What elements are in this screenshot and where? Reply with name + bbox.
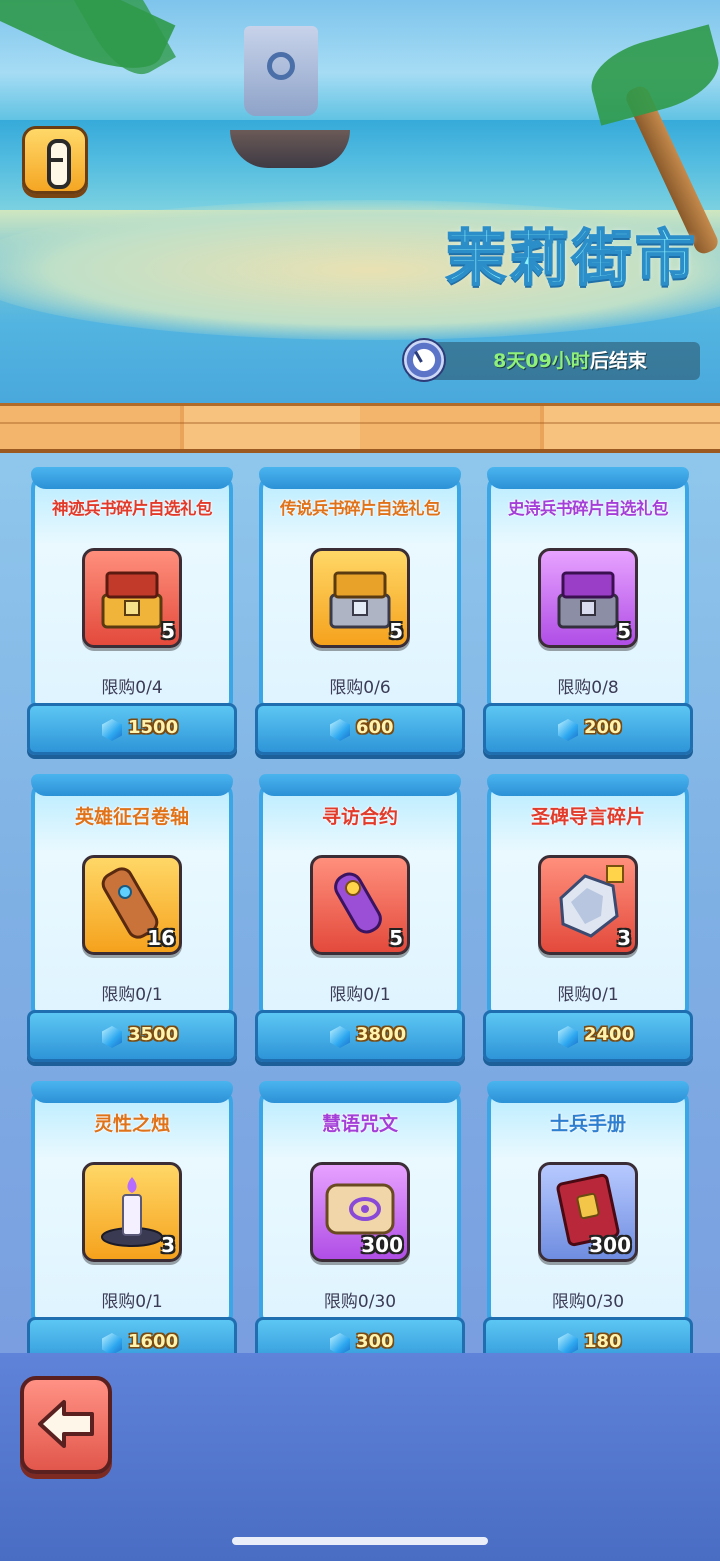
item-name: 传说兵书碎片自选礼包 — [280, 499, 441, 518]
item-quantity: 5 — [161, 619, 175, 643]
shop-item-card[interactable]: 圣碑导言碎片 3 限购0/1 2400 — [483, 774, 693, 1062]
gem-icon — [102, 1333, 122, 1353]
item-quantity: 300 — [589, 1233, 631, 1257]
countdown-text: 8天09小时后结束 — [440, 346, 700, 373]
gem-icon — [330, 719, 350, 741]
home-indicator[interactable] — [232, 1537, 488, 1545]
item-icon: 3 — [538, 855, 638, 955]
item-icon: 3 — [82, 1162, 182, 1262]
item-price: 2400 — [584, 1024, 635, 1045]
item-name: 士兵手册 — [549, 1113, 626, 1135]
page-title: 茉莉街市 — [445, 223, 698, 295]
sea-background — [0, 120, 720, 210]
item-name: 灵性之烛 — [93, 1113, 170, 1135]
gem-icon — [558, 719, 578, 741]
item-icon: 5 — [82, 548, 182, 648]
buy-button[interactable]: 200 — [483, 703, 693, 755]
item-quantity: 300 — [361, 1233, 403, 1257]
buy-button[interactable]: 1500 — [27, 703, 237, 755]
item-price: 300 — [356, 1331, 394, 1352]
item-name: 英雄征召卷轴 — [74, 806, 189, 828]
item-icon: 300 — [310, 1162, 410, 1262]
palm-leaves-right — [583, 24, 720, 126]
item-icon: 5 — [310, 855, 410, 955]
shop-item-card[interactable]: 史诗兵书碎片自选礼包 5 限购0/8 200 — [483, 467, 693, 755]
item-price: 3500 — [128, 1024, 179, 1045]
shop-item-card[interactable]: 传说兵书碎片自选礼包 5 限购0/6 600 — [255, 467, 465, 755]
item-name: 寻访合约 — [321, 806, 398, 828]
shop-item-card[interactable]: 神迹兵书碎片自选礼包 5 限购0/4 1500 — [27, 467, 237, 755]
item-price: 3800 — [356, 1024, 407, 1045]
gem-icon — [330, 1026, 350, 1048]
buy-button[interactable]: 2400 — [483, 1010, 693, 1062]
countdown-time: 8天09小时 — [493, 350, 590, 372]
shop-item-card[interactable]: 灵性之烛 3 限购0/1 1600 — [27, 1081, 237, 1353]
item-icon: 5 — [310, 548, 410, 648]
item-price: 1600 — [128, 1331, 179, 1352]
purchase-limit: 限购0/1 — [557, 985, 619, 1005]
buy-button[interactable]: 600 — [255, 703, 465, 755]
purchase-limit: 限购0/1 — [329, 985, 391, 1005]
item-quantity: 5 — [617, 619, 631, 643]
item-name: 圣碑导言碎片 — [530, 806, 645, 828]
purchase-limit: 限购0/1 — [101, 985, 163, 1005]
item-name: 史诗兵书碎片自选礼包 — [508, 499, 669, 518]
purchase-limit: 限购0/30 — [551, 1292, 625, 1312]
item-icon: 300 — [538, 1162, 638, 1262]
item-icon: 16 — [82, 855, 182, 955]
buy-button[interactable]: 3500 — [27, 1010, 237, 1062]
back-button[interactable] — [20, 1376, 112, 1474]
purchase-limit: 限购0/4 — [101, 678, 163, 698]
shop-item-card[interactable]: 士兵手册 300 限购0/30 180 — [483, 1081, 693, 1353]
item-quantity: 3 — [617, 926, 631, 950]
shop-item-card[interactable]: 英雄征召卷轴 16 限购0/1 3500 — [27, 774, 237, 1062]
purchase-limit: 限购0/6 — [329, 678, 391, 698]
item-price: 200 — [584, 717, 622, 738]
item-price: 180 — [584, 1331, 622, 1352]
item-name: 慧语咒文 — [321, 1113, 398, 1135]
wooden-plank-divider — [0, 403, 720, 453]
countdown-suffix: 后结束 — [589, 350, 647, 372]
item-quantity: 5 — [389, 926, 403, 950]
item-quantity: 3 — [161, 1233, 175, 1257]
gem-icon — [558, 1026, 578, 1048]
item-icon: 5 — [538, 548, 638, 648]
purchase-limit: 限购0/8 — [557, 678, 619, 698]
buy-button[interactable]: 1600 — [27, 1317, 237, 1353]
purchase-limit: 限购0/30 — [323, 1292, 397, 1312]
item-price: 600 — [356, 717, 394, 738]
shop-grid: 神迹兵书碎片自选礼包 5 限购0/4 1500 传说兵书碎片自选礼包 5 限购0… — [0, 453, 720, 1353]
gem-icon — [102, 719, 122, 741]
buy-button[interactable]: 3800 — [255, 1010, 465, 1062]
viking-ship-illustration — [230, 20, 350, 190]
shop-item-card[interactable]: 慧语咒文 300 限购0/30 300 — [255, 1081, 465, 1353]
item-quantity: 16 — [147, 926, 175, 950]
item-quantity: 5 — [389, 619, 403, 643]
purchase-limit: 限购0/1 — [101, 1292, 163, 1312]
back-arrow-icon — [38, 1400, 94, 1448]
gem-icon — [330, 1333, 350, 1353]
gem-icon — [558, 1333, 578, 1353]
item-price: 1500 — [128, 717, 179, 738]
item-name: 神迹兵书碎片自选礼包 — [52, 499, 213, 518]
gem-icon — [102, 1026, 122, 1048]
buy-button[interactable]: 180 — [483, 1317, 693, 1353]
buy-button[interactable]: 300 — [255, 1317, 465, 1353]
menu-icon — [47, 139, 71, 189]
menu-button[interactable] — [22, 126, 88, 194]
shop-item-card[interactable]: 寻访合约 5 限购0/1 3800 — [255, 774, 465, 1062]
